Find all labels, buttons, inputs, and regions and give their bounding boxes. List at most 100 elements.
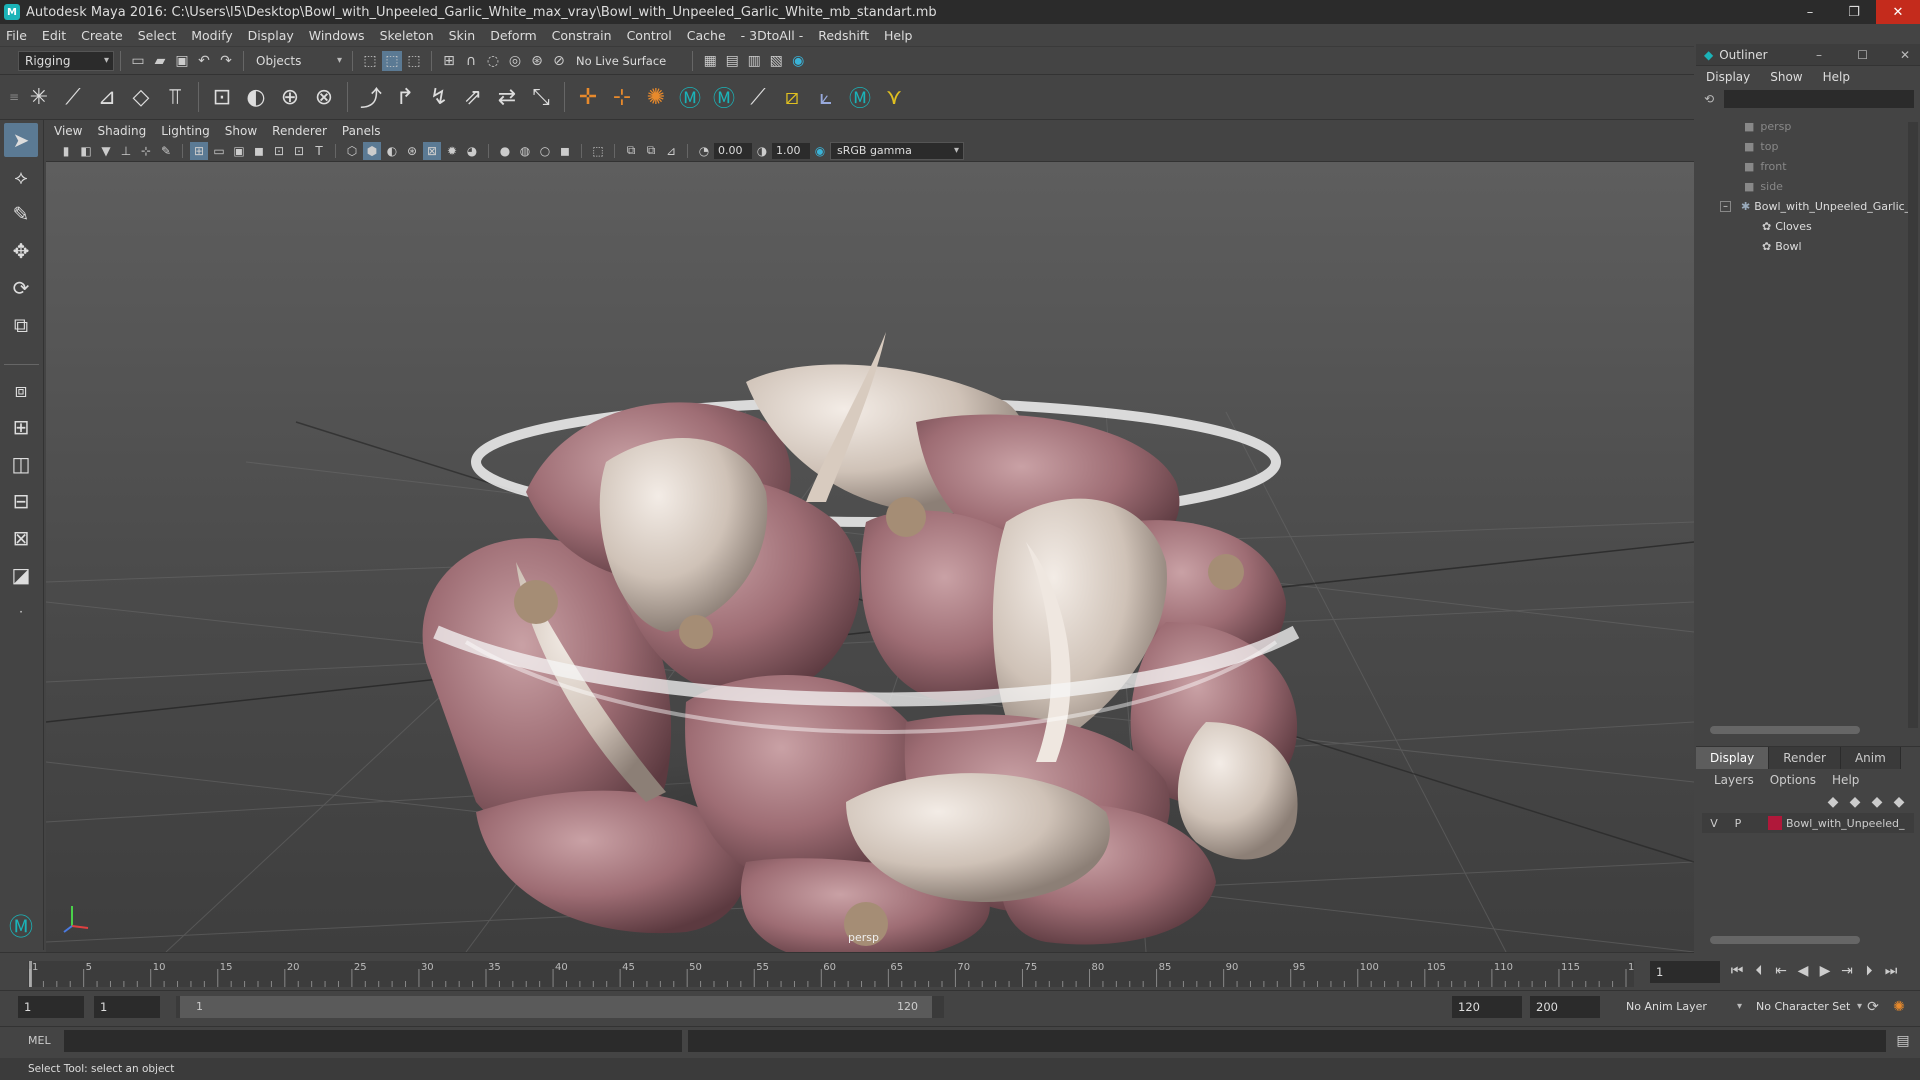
- gate-mask-icon[interactable]: ◼: [250, 142, 268, 160]
- wrap-deformer-icon[interactable]: ⊗: [308, 81, 340, 113]
- paint-select-icon[interactable]: ✎: [4, 197, 38, 231]
- camera-attrs-icon[interactable]: ◧: [77, 142, 95, 160]
- open-scene-icon[interactable]: ▰: [150, 51, 170, 71]
- hypershade-layout-icon[interactable]: ⊠: [4, 521, 38, 555]
- camera-select-icon[interactable]: ▮: [57, 142, 75, 160]
- outliner-minimize-button[interactable]: –: [1816, 48, 1822, 62]
- layer-menu-options[interactable]: Options: [1770, 773, 1816, 787]
- time-slider-track[interactable]: 1 5 10 15 20 25 30 35 40 45 50 55 60 65 70 75 80 85 90 95 10…: [28, 961, 1647, 987]
- outliner-item-front[interactable]: ■ front: [1696, 156, 1920, 176]
- xray-joints-icon[interactable]: ⧉: [642, 142, 660, 160]
- isolate-select-icon[interactable]: ⬚: [589, 142, 607, 160]
- move-layer-up-icon[interactable]: ◆: [1823, 792, 1843, 812]
- script-editor-icon[interactable]: ▤: [1893, 1031, 1913, 1051]
- step-back-frame-icon[interactable]: ⏴: [1749, 961, 1769, 981]
- gamma-icon[interactable]: ◑: [753, 142, 771, 160]
- menu-redshift[interactable]: Redshift: [818, 28, 869, 43]
- minimize-button[interactable]: –: [1788, 0, 1832, 24]
- selection-mode-dropdown[interactable]: Objects: [250, 50, 346, 71]
- menu-create[interactable]: Create: [81, 28, 123, 43]
- animation-prefs-icon[interactable]: ✺: [1889, 997, 1909, 1017]
- step-back-key-icon[interactable]: ⇤: [1771, 961, 1791, 981]
- film-gate-icon[interactable]: ▭: [210, 142, 228, 160]
- layer-row[interactable]: V P Bowl_with_Unpeeled_: [1702, 813, 1914, 833]
- point-constraint-icon[interactable]: ✛: [572, 81, 604, 113]
- menu-cache[interactable]: Cache: [687, 28, 726, 43]
- go-to-end-icon[interactable]: ⏭: [1881, 961, 1901, 981]
- shelf-menu-icon[interactable]: ≡: [7, 81, 21, 113]
- new-layer-empty-icon[interactable]: ◆: [1867, 792, 1887, 812]
- paint-weights-icon[interactable]: ↯: [423, 81, 455, 113]
- new-scene-icon[interactable]: ▭: [128, 51, 148, 71]
- exposure-icon[interactable]: ◔: [695, 142, 713, 160]
- tangent-constraint-icon[interactable]: ⋎: [878, 81, 910, 113]
- menu-display[interactable]: Display: [248, 28, 294, 43]
- maya-home-icon[interactable]: Ⓜ: [4, 907, 38, 941]
- ik-spline-icon[interactable]: ⊿: [91, 81, 123, 113]
- multisample-icon[interactable]: ○: [536, 142, 554, 160]
- outliner-layout-icon[interactable]: ◪: [4, 558, 38, 592]
- scale-tool-icon[interactable]: ⧉: [4, 308, 38, 342]
- layer-playback-toggle[interactable]: P: [1726, 817, 1750, 830]
- outliner-menu-help[interactable]: Help: [1823, 70, 1850, 84]
- render-settings-icon[interactable]: ▦: [700, 51, 720, 71]
- outliner-item-bowl[interactable]: ✿ Bowl: [1696, 236, 1920, 256]
- play-backwards-icon[interactable]: ◀: [1793, 961, 1813, 981]
- redo-icon[interactable]: ↷: [216, 51, 236, 71]
- wireframe-icon[interactable]: ⬡: [343, 142, 361, 160]
- dof-icon[interactable]: ◼: [556, 142, 574, 160]
- move-layer-down-icon[interactable]: ◆: [1845, 792, 1865, 812]
- vp-menu-shading[interactable]: Shading: [97, 124, 146, 138]
- outliner-search-input[interactable]: [1724, 90, 1914, 108]
- restore-button[interactable]: ❐: [1832, 0, 1876, 24]
- vp-menu-view[interactable]: View: [54, 124, 82, 138]
- textured-icon[interactable]: ⊠: [423, 141, 441, 160]
- snap-point-icon[interactable]: ◌: [483, 51, 503, 71]
- vp-menu-renderer[interactable]: Renderer: [272, 124, 327, 138]
- orient-constraint-icon[interactable]: ✺: [640, 81, 672, 113]
- lattice-icon[interactable]: ⊡: [206, 81, 238, 113]
- auto-key-icon[interactable]: ⟳: [1863, 997, 1883, 1017]
- resolution-gate-icon[interactable]: ▣: [230, 142, 248, 160]
- layer-color-swatch[interactable]: [1768, 816, 1782, 830]
- screen-space-ao-icon[interactable]: ●: [496, 142, 514, 160]
- menu-help[interactable]: Help: [884, 28, 913, 43]
- menu-file[interactable]: File: [6, 28, 27, 43]
- select-hierarchy-icon[interactable]: ⬚: [360, 51, 380, 71]
- playback-end-field[interactable]: 120: [1452, 995, 1522, 1018]
- step-forward-key-icon[interactable]: ⇥: [1837, 961, 1857, 981]
- gamma-field[interactable]: 1.00: [772, 142, 810, 159]
- parent-constraint-icon[interactable]: Ⓜ: [674, 81, 706, 113]
- image-plane-icon[interactable]: ⊥: [117, 142, 135, 160]
- layer-visibility-toggle[interactable]: V: [1702, 817, 1726, 830]
- outliner-item-bowl-group[interactable]: – ✱ Bowl_with_Unpeeled_Garlic_: [1696, 196, 1920, 216]
- move-tool-icon[interactable]: ✥: [4, 234, 38, 268]
- grease-pencil-icon[interactable]: ✎: [157, 142, 175, 160]
- outliner-filter-icon[interactable]: ⟲: [1704, 92, 1714, 106]
- outliner-menu-show[interactable]: Show: [1770, 70, 1802, 84]
- outliner-item-persp[interactable]: ■ persp: [1696, 116, 1920, 136]
- prune-weights-icon[interactable]: ⤡: [525, 81, 557, 113]
- layer-menu-help[interactable]: Help: [1832, 773, 1859, 787]
- scale-constraint-icon[interactable]: Ⓜ: [708, 81, 740, 113]
- select-tool-icon[interactable]: ➤: [4, 123, 38, 157]
- outliner-horizontal-scrollbar[interactable]: [1710, 726, 1860, 734]
- animation-end-field[interactable]: 200: [1530, 995, 1600, 1018]
- wireframe-on-shaded-icon[interactable]: ⊛: [403, 142, 421, 160]
- outliner-vertical-scrollbar[interactable]: [1908, 122, 1918, 728]
- lasso-tool-icon[interactable]: ⟡: [4, 160, 38, 194]
- safe-action-icon[interactable]: ⊡: [290, 142, 308, 160]
- wire-deformer-icon[interactable]: ⊕: [274, 81, 306, 113]
- vp-menu-panels[interactable]: Panels: [342, 124, 381, 138]
- menu-control[interactable]: Control: [627, 28, 672, 43]
- mirror-joint-icon[interactable]: ◇: [125, 81, 157, 113]
- current-frame-field[interactable]: 1: [1650, 961, 1720, 983]
- exposure-field[interactable]: 0.00: [714, 142, 752, 159]
- menu-3dtoall[interactable]: - 3DtoAll -: [741, 28, 804, 43]
- color-space-dropdown[interactable]: sRGB gamma: [830, 141, 964, 160]
- four-view-layout-icon[interactable]: ⊞: [4, 410, 38, 444]
- character-set-dropdown[interactable]: No Character Set: [1750, 995, 1866, 1018]
- layer-menu-layers[interactable]: Layers: [1714, 773, 1754, 787]
- animation-start-field[interactable]: 1: [18, 995, 84, 1018]
- undo-icon[interactable]: ↶: [194, 51, 214, 71]
